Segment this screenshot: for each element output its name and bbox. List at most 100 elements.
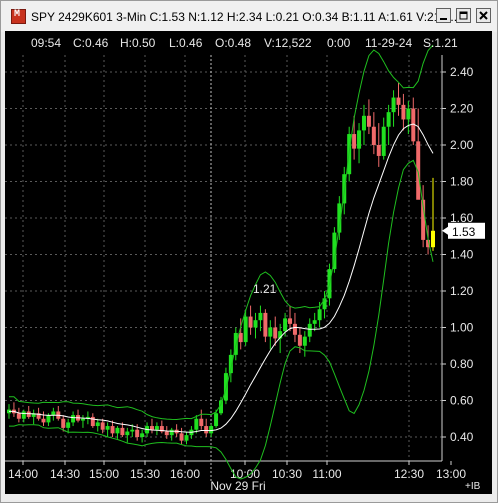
- info-size: S:1.21: [423, 36, 458, 50]
- candle-body: [292, 323, 297, 335]
- data-info-bar: 09:54 C:0.46 H:0.50 L:0.46 O:0.48 V:12,5…: [5, 31, 492, 53]
- y-tick-label: 1.20: [450, 284, 474, 298]
- candle-body: [209, 426, 214, 434]
- close-button[interactable]: [476, 8, 491, 23]
- status-strip: [5, 494, 492, 501]
- candle-body: [21, 411, 26, 419]
- bollinger-lower-line: [9, 159, 434, 480]
- candle-body: [401, 104, 406, 120]
- candle-body: [120, 427, 125, 436]
- candle-body: [199, 418, 204, 427]
- y-tick-label: 2.20: [450, 102, 474, 116]
- minimize-icon: [440, 18, 447, 20]
- candle-body: [376, 145, 381, 156]
- candle-body: [396, 97, 401, 105]
- candle-body: [95, 422, 100, 427]
- y-tick-label: 2.40: [450, 65, 474, 79]
- x-tick-label: 14:00: [8, 467, 38, 481]
- y-tick-label: 0.80: [450, 357, 474, 371]
- y-tick-label: 0.40: [450, 430, 474, 444]
- candle-body: [169, 429, 174, 436]
- candle-body: [238, 332, 243, 343]
- candle-body: [164, 431, 169, 436]
- candle-body: [194, 418, 199, 430]
- x-tick-label: 15:00: [89, 467, 119, 481]
- candle-body: [130, 429, 135, 432]
- info-time: 09:54: [31, 36, 62, 50]
- candle-body: [381, 126, 386, 156]
- candle-body: [253, 320, 258, 328]
- candle-body: [135, 429, 140, 437]
- info-high: H:0.50: [120, 36, 156, 50]
- candle-body: [100, 422, 105, 430]
- candle-body: [179, 433, 184, 441]
- candle-body: [317, 309, 322, 321]
- x-tick-label: 13:00: [436, 467, 466, 481]
- candle-body: [223, 373, 228, 401]
- candle-body: [268, 327, 273, 337]
- candle-body: [46, 415, 51, 423]
- candle-body: [406, 108, 411, 120]
- info-date: 11-29-24: [365, 36, 413, 50]
- close-icon: [479, 11, 488, 20]
- candle-body: [302, 336, 307, 346]
- candle-body: [361, 115, 366, 131]
- price-chart[interactable]: 0.40 0.60 0.80 1.00 1.20 1.40 1.60 1.80 2.00 2.20…: [5, 31, 492, 494]
- candle-body: [214, 413, 219, 427]
- x-tick-label: 12:30: [394, 467, 424, 481]
- candle-body: [61, 418, 66, 428]
- candle-body: [416, 141, 421, 200]
- candle-body: [149, 426, 154, 430]
- candle-body: [154, 426, 159, 430]
- last-price-label: 1.53: [452, 225, 476, 239]
- candle-body: [80, 418, 85, 421]
- x-date-label: Nov 29 Fri: [210, 479, 265, 493]
- candle-body: [288, 318, 293, 324]
- candle-body: [90, 416, 95, 427]
- x-tick-label: 10:30: [272, 467, 302, 481]
- title-bar[interactable]: M SPY 2429K601 3-Min C:1.53 N:1.12 H:2.3…: [1, 1, 497, 32]
- corner-label: +IB: [465, 481, 481, 492]
- candle-body: [283, 318, 288, 332]
- y-tick-label: 2.00: [450, 138, 474, 152]
- maximize-icon: [459, 11, 468, 20]
- info-low: L:0.46: [169, 36, 203, 50]
- minimize-button[interactable]: [436, 8, 451, 23]
- x-tick-label: 15:30: [130, 467, 160, 481]
- y-tick-label: 1.00: [450, 321, 474, 335]
- candle-body: [366, 115, 371, 127]
- candle-body: [125, 431, 130, 436]
- info-extra: 0:00: [327, 36, 351, 50]
- maximize-button[interactable]: [456, 8, 471, 23]
- info-open: O:0.48: [215, 36, 252, 50]
- candle-body: [243, 316, 248, 343]
- x-tick-label: 16:00: [170, 467, 200, 481]
- app-logo-icon[interactable]: M: [11, 9, 26, 24]
- candle-body: [307, 323, 312, 337]
- candle-body: [26, 411, 31, 417]
- candle-body: [273, 327, 278, 339]
- candle-body: [66, 422, 71, 428]
- y-tick-label: 1.80: [450, 175, 474, 189]
- candle-body: [41, 418, 46, 423]
- moving-average-line: [9, 123, 434, 433]
- candle-body: [140, 433, 145, 437]
- candle-body: [16, 413, 21, 419]
- candle-body: [312, 320, 317, 324]
- candle-body: [184, 435, 189, 441]
- candle-body: [105, 426, 110, 430]
- candle-body: [248, 316, 253, 328]
- window-title: SPY 2429K601 3-Min C:1.53 N:1.12 H:2.34 …: [31, 10, 458, 24]
- y-tick-label: 0.60: [450, 394, 474, 408]
- candle-body: [391, 97, 396, 113]
- candle-body: [431, 230, 435, 248]
- candle-body: [297, 334, 302, 346]
- cursor-price-label: 1.21: [253, 282, 277, 296]
- candle-body: [51, 411, 56, 416]
- last-price-arrow: [442, 226, 448, 235]
- info-close: C:0.46: [73, 36, 109, 50]
- candle-body: [258, 312, 263, 321]
- info-volume: V:12,522: [264, 36, 312, 50]
- x-tick-label: 14:30: [50, 467, 80, 481]
- chart-canvas[interactable]: 0.400.600.801.001.201.401.601.802.002.20…: [5, 31, 492, 494]
